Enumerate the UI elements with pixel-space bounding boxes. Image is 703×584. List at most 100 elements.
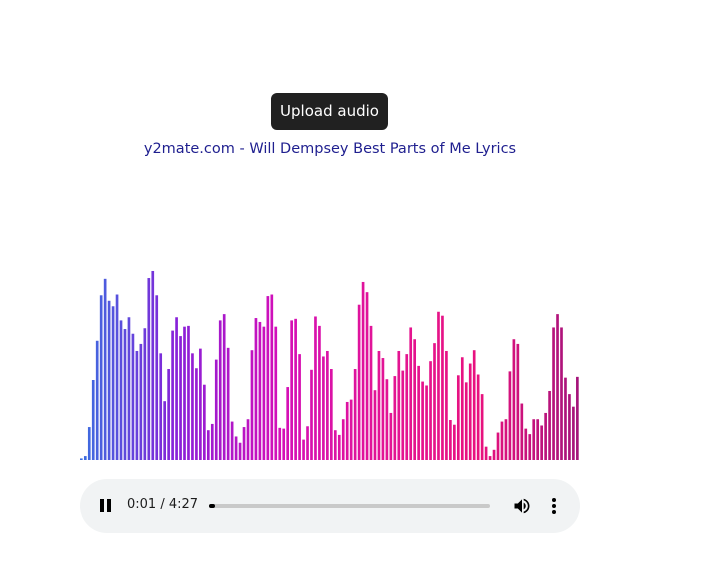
visualizer-bar <box>103 278 107 460</box>
visualizer-bar <box>282 428 286 460</box>
visualizer-bar <box>290 320 293 460</box>
visualizer-bar <box>135 350 139 460</box>
more-options-icon <box>552 498 556 502</box>
visualizer-bar <box>203 384 206 460</box>
visualizer-bar <box>405 354 409 460</box>
visualizer-bar <box>266 296 270 460</box>
visualizer-bar <box>373 390 377 460</box>
visualizer-bar <box>226 347 230 460</box>
more-options-button[interactable] <box>548 496 560 516</box>
visualizer-bar <box>179 336 182 460</box>
visualizer-bar <box>572 406 575 460</box>
visualizer-bar <box>480 394 484 460</box>
visualizer-bar <box>230 421 234 460</box>
visualizer-bar <box>191 353 194 460</box>
visualizer-bar <box>115 294 119 460</box>
visualizer-bar <box>540 425 543 460</box>
visualizer-bar <box>492 449 496 460</box>
volume-button[interactable] <box>512 496 532 516</box>
visualizer-bar <box>453 424 456 460</box>
visualizer-bar <box>496 432 500 460</box>
visualizer-bar <box>401 370 405 460</box>
visualizer-bar <box>199 348 202 460</box>
visualizer-bar <box>361 281 365 460</box>
visualizer-bar <box>306 426 309 460</box>
visualizer-bar <box>310 369 313 460</box>
visualizer-bar <box>322 356 325 460</box>
visualizer-bar <box>421 381 424 460</box>
visualizer-bar <box>456 375 460 460</box>
visualizer-bar <box>238 442 242 460</box>
visualizer-bar <box>552 327 555 460</box>
visualizer-bar <box>214 359 218 460</box>
visualizer-bar <box>417 365 420 460</box>
visualizer-bar <box>87 427 91 460</box>
seek-slider[interactable] <box>209 504 490 508</box>
visualizer-bar <box>218 320 222 460</box>
pause-icon <box>107 499 111 512</box>
visualizer-bar <box>556 314 559 460</box>
visualizer-bar <box>171 330 174 460</box>
volume-icon <box>514 498 530 514</box>
visualizer-bar <box>441 315 444 460</box>
visualizer-bar <box>476 374 480 460</box>
visualizer-bar <box>425 385 428 460</box>
visualizer-bar <box>393 376 397 460</box>
upload-audio-button[interactable]: Upload audio <box>271 93 388 130</box>
visualizer-bar <box>353 369 357 460</box>
audio-visualizer-page: Upload audio y2mate.com - Will Dempsey B… <box>0 0 703 584</box>
visualizer-bar <box>294 318 297 460</box>
visualizer-bar <box>341 419 345 460</box>
pause-button[interactable] <box>96 496 116 516</box>
visualizer-bar <box>536 419 540 460</box>
visualizer-bar <box>357 304 361 460</box>
visualizer-bar <box>163 401 166 460</box>
visualizer-bar <box>127 317 131 460</box>
visualizer-bar <box>302 439 305 460</box>
visualizer-bar <box>337 434 341 460</box>
visualizer-bar <box>568 394 571 460</box>
visualizer-bar <box>123 329 127 460</box>
visualizer-bar <box>286 387 290 460</box>
visualizer-bar <box>504 419 508 460</box>
visualizer-bar <box>544 412 547 460</box>
visualizer-bar <box>381 358 385 460</box>
visualizer-bar <box>397 350 401 460</box>
visualizer-bar <box>445 350 448 460</box>
visualizer-bar <box>147 278 151 460</box>
visualizer-bar <box>246 419 250 460</box>
frequency-visualizer <box>80 270 579 460</box>
visualizer-bar <box>254 318 258 460</box>
visualizer-bar <box>524 428 528 460</box>
visualizer-bar <box>520 403 524 460</box>
visualizer-bar <box>91 380 95 460</box>
visualizer-bar <box>159 353 163 460</box>
visualizer-bar <box>206 430 210 460</box>
visualizer-bar <box>560 327 563 460</box>
visualizer-bar <box>167 369 170 460</box>
visualizer-bar <box>131 333 135 460</box>
visualizer-bar <box>377 350 381 460</box>
visualizer-bar <box>433 343 436 460</box>
visualizer-bar <box>349 399 353 460</box>
visualizer-bar <box>262 326 266 460</box>
visualizer-bar <box>429 361 432 460</box>
visualizer-bar <box>468 363 472 460</box>
visualizer-bar <box>564 377 567 460</box>
visualizer-bar <box>576 376 579 460</box>
visualizer-bar <box>183 326 186 460</box>
visualizer-bar <box>516 343 520 460</box>
visualizer-bar <box>242 427 246 460</box>
visualizer-bar <box>528 434 532 460</box>
visualizer-bar <box>508 371 512 460</box>
visualizer-bar <box>143 328 147 460</box>
visualizer-bar <box>464 382 468 460</box>
visualizer-bar <box>449 420 452 460</box>
more-options-icon <box>552 504 556 508</box>
visualizer-bar <box>548 390 551 460</box>
more-options-icon <box>552 510 556 514</box>
visualizer-bar <box>119 320 123 460</box>
visualizer-bar <box>330 369 333 460</box>
visualizer-bar <box>333 430 337 460</box>
visualizer-bar <box>95 340 99 460</box>
